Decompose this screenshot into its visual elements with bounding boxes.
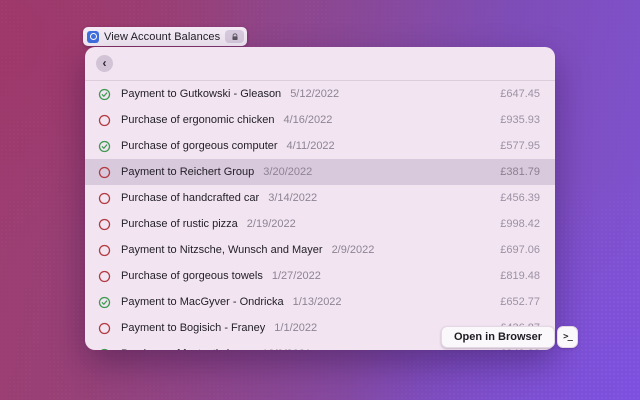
check-circle-icon [98,140,111,153]
check-circle-icon [98,348,111,351]
transaction-row[interactable]: Purchase of gorgeous computer 4/11/2022 … [85,133,555,159]
transaction-row[interactable]: Purchase of handcrafted car 3/14/2022 £4… [85,185,555,211]
transaction-amount: £652.77 [500,296,540,308]
view-account-balances-chip[interactable]: View Account Balances [83,27,247,46]
open-circle-icon [98,322,111,335]
transaction-label: Purchase of fantastic jeans [121,348,253,350]
transaction-date: 1/1/2022 [274,322,317,334]
transaction-list: Payment to Gutkowski - Gleason 5/12/2022… [85,81,555,350]
check-circle-icon [98,296,111,309]
transaction-label: Payment to Reichert Group [121,166,254,178]
transaction-label: Payment to Bogisich - Franey [121,322,265,334]
open-circle-icon [98,244,111,257]
transaction-row[interactable]: Payment to MacGyver - Ondricka 1/13/2022… [85,289,555,315]
back-button[interactable]: ‹ [96,55,113,72]
transaction-date: 1/13/2022 [293,296,342,308]
transaction-row[interactable]: Purchase of rustic pizza 2/19/2022 £998.… [85,211,555,237]
transaction-label: Purchase of gorgeous computer [121,140,278,152]
account-balances-panel: ‹ Payment to Gutkowski - Gleason 5/12/20… [85,47,555,350]
transaction-date: 12/9/2021 [262,348,311,350]
chevron-left-icon: ‹ [103,57,107,69]
transaction-amount: £998.42 [500,218,540,230]
transaction-amount: £647.45 [500,88,540,100]
transaction-label: Payment to MacGyver - Ondricka [121,296,284,308]
transaction-row[interactable]: Purchase of ergonomic chicken 4/16/2022 … [85,107,555,133]
transaction-date: 2/19/2022 [247,218,296,230]
transaction-amount: £819.48 [500,270,540,282]
transaction-row[interactable]: Payment to Gutkowski - Gleason 5/12/2022… [85,81,555,107]
footer-actions: Open in Browser >_ [441,326,578,348]
transaction-label: Purchase of ergonomic chicken [121,114,274,126]
open-circle-icon [98,166,111,179]
transaction-date: 3/20/2022 [263,166,312,178]
terminal-button[interactable]: >_ [557,326,578,348]
lock-icon [225,30,244,43]
transaction-date: 3/14/2022 [268,192,317,204]
check-circle-icon [98,88,111,101]
transaction-label: Purchase of handcrafted car [121,192,259,204]
transaction-date: 2/9/2022 [332,244,375,256]
open-circle-icon [98,114,111,127]
transaction-amount: £949.98 [500,348,540,350]
transaction-label: Purchase of rustic pizza [121,218,238,230]
chip-label: View Account Balances [104,31,220,43]
transaction-amount: £381.79 [500,166,540,178]
transaction-amount: £935.93 [500,114,540,126]
transaction-amount: £456.39 [500,192,540,204]
open-in-browser-button[interactable]: Open in Browser [441,326,555,348]
app-record-icon [87,31,99,43]
open-circle-icon [98,192,111,205]
transaction-row[interactable]: Purchase of gorgeous towels 1/27/2022 £8… [85,263,555,289]
open-circle-icon [98,218,111,231]
panel-header: ‹ [85,47,555,81]
transaction-label: Payment to Gutkowski - Gleason [121,88,281,100]
transaction-label: Purchase of gorgeous towels [121,270,263,282]
transaction-row[interactable]: Payment to Nitzsche, Wunsch and Mayer 2/… [85,237,555,263]
transaction-date: 4/16/2022 [283,114,332,126]
transaction-amount: £697.06 [500,244,540,256]
transaction-label: Payment to Nitzsche, Wunsch and Mayer [121,244,323,256]
transaction-amount: £577.95 [500,140,540,152]
transaction-row[interactable]: Payment to Reichert Group 3/20/2022 £381… [85,159,555,185]
open-circle-icon [98,270,111,283]
transaction-date: 5/12/2022 [290,88,339,100]
transaction-date: 4/11/2022 [287,140,335,152]
terminal-prompt-icon: >_ [563,332,572,342]
transaction-date: 1/27/2022 [272,270,321,282]
